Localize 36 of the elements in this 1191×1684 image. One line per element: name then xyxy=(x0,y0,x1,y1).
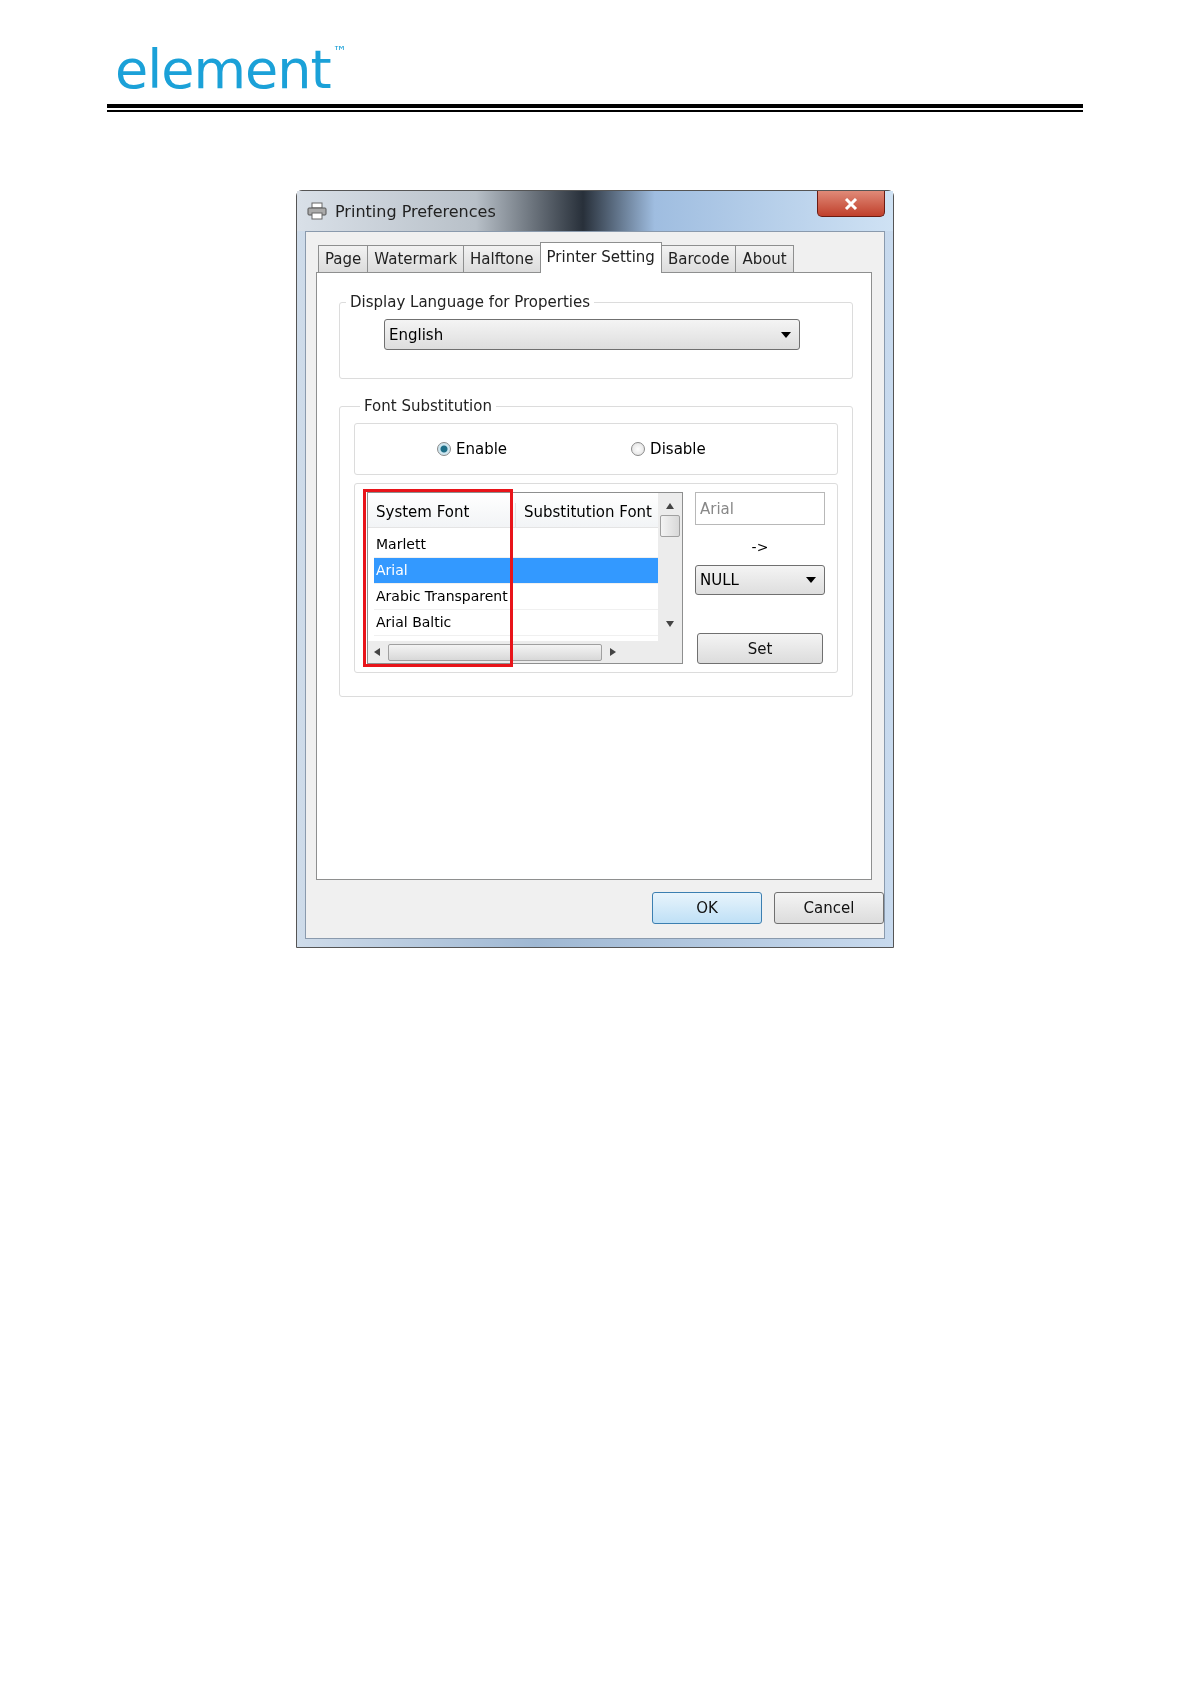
group-label: Font Substitution xyxy=(363,397,493,415)
table-row[interactable]: Arial Baltic xyxy=(374,610,658,636)
vertical-scrollbar[interactable] xyxy=(658,493,682,663)
arrow-text: -> xyxy=(751,539,769,555)
language-dropdown[interactable]: English xyxy=(384,319,800,350)
caret-icon xyxy=(806,577,816,583)
dialog-button[interactable]: OK xyxy=(652,892,762,924)
trademark-mark: ™ xyxy=(332,43,346,59)
substitution-dropdown[interactable]: NULL xyxy=(695,565,825,595)
group-label: Display Language for Properties xyxy=(349,293,592,311)
tab[interactable]: About xyxy=(735,245,794,272)
printer-icon xyxy=(307,202,327,220)
logo-text: element$^{™}$ xyxy=(115,44,346,96)
tab[interactable]: Page xyxy=(318,245,369,272)
caret-icon xyxy=(781,331,791,338)
tab[interactable]: Halftone xyxy=(463,245,541,272)
scroll-thumb[interactable] xyxy=(660,515,680,537)
radio-option[interactable]: Disable xyxy=(631,440,706,458)
column-header[interactable]: System Font xyxy=(368,503,516,527)
close-icon xyxy=(844,197,858,210)
horizontal-scrollbar[interactable] xyxy=(368,641,658,663)
scroll-thumb[interactable] xyxy=(388,643,602,661)
table-row[interactable]: Arabic Transparent xyxy=(374,584,658,610)
dialog-button[interactable]: Cancel xyxy=(774,892,884,924)
window-title: Printing Preferences xyxy=(335,201,496,221)
down-arrow-icon xyxy=(666,621,674,627)
tab[interactable]: Watermark xyxy=(367,245,465,272)
left-arrow-icon xyxy=(374,648,380,656)
up-arrow-icon xyxy=(666,503,674,509)
set-button[interactable]: Set xyxy=(697,633,823,664)
column-header[interactable]: Substitution Font xyxy=(516,503,652,527)
right-arrow-icon xyxy=(610,648,616,656)
close-button[interactable] xyxy=(817,191,885,217)
radio-option[interactable]: Enable xyxy=(437,440,508,458)
tab[interactable]: Printer Setting xyxy=(539,242,662,273)
tab[interactable]: Barcode xyxy=(660,245,737,272)
